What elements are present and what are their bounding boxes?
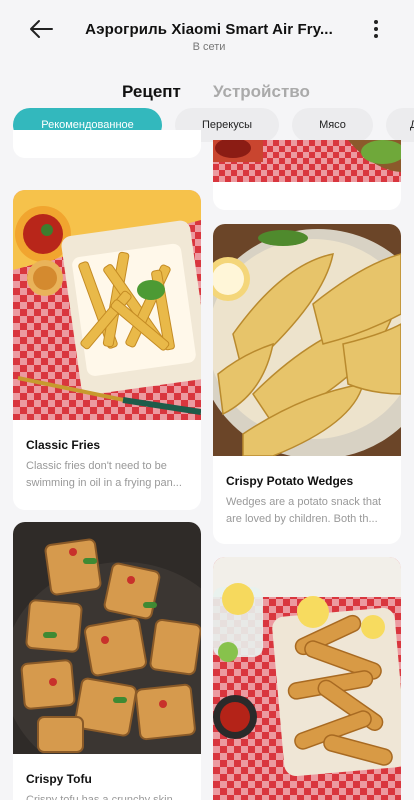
card-image-classic-fries (13, 190, 201, 420)
device-title-block: Аэрогриль Xiaomi Smart Air Fry... В сети (70, 21, 348, 53)
card-image-chicken-strips (213, 557, 401, 800)
card-description-line1: Crispy tofu has a crunchy skin (26, 794, 173, 800)
card-previous-left[interactable] (13, 130, 201, 158)
card-image-previous (213, 140, 401, 182)
recipe-card-classic-fries[interactable]: Classic Fries Classic fries don't need t… (13, 190, 201, 510)
more-button[interactable] (366, 16, 386, 42)
card-description-line1: Classic fries don't need to be (26, 460, 167, 472)
recipe-card-crispy-tofu[interactable]: Crispy Tofu Crispy tofu has a crunchy sk… (13, 522, 201, 800)
card-description-line2: are loved by children. Both th... (226, 513, 378, 525)
tab-device[interactable]: Устройство (213, 82, 310, 102)
back-button[interactable] (26, 14, 56, 44)
card-description: Crispy tofu has a crunchy skin (26, 792, 191, 800)
main-tabs: Рецепт Устройство (0, 82, 414, 106)
card-image-potato-wedges (213, 224, 401, 456)
card-title: Classic Fries (26, 438, 101, 452)
chip-meat[interactable]: Мясо (292, 108, 373, 142)
more-vertical-icon (374, 20, 378, 38)
device-title: Аэрогриль Xiaomi Smart Air Fry... (85, 21, 333, 38)
card-description: Classic fries don't need to be swimming … (26, 458, 191, 492)
card-description-line2: swimming in oil in a frying pan... (26, 477, 182, 489)
card-description: Wedges are a potato snack that are loved… (226, 494, 391, 528)
tab-recipe[interactable]: Рецепт (122, 82, 181, 102)
card-previous-right[interactable] (213, 140, 401, 210)
device-status: В сети (192, 41, 226, 53)
arrow-left-icon (30, 20, 53, 38)
chip-partial[interactable]: Д (386, 108, 414, 142)
recipe-card-potato-wedges[interactable]: Crispy Potato Wedges Wedges are a potato… (213, 224, 401, 544)
top-bar: Аэрогриль Xiaomi Smart Air Fry... В сети (0, 0, 414, 62)
card-title: Crispy Potato Wedges (226, 474, 354, 488)
card-image-crispy-tofu (13, 522, 201, 754)
card-title: Crispy Tofu (26, 772, 92, 786)
recipe-card-chicken-strips[interactable] (213, 557, 401, 800)
card-description-line1: Wedges are a potato snack that (226, 496, 382, 508)
